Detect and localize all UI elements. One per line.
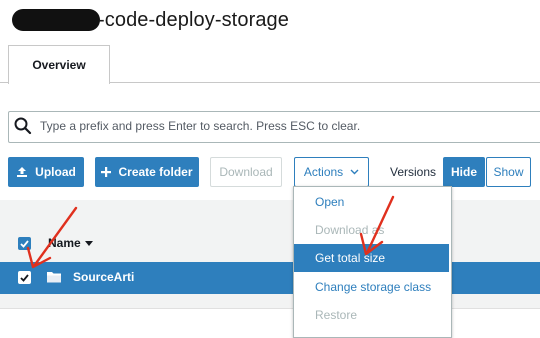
upload-label: Upload [35, 165, 76, 179]
row-checkbox[interactable] [18, 271, 31, 284]
page-title: -code-deploy-storage [8, 6, 289, 34]
menu-item-download-as[interactable]: Download as [294, 216, 449, 244]
bucket-name: -code-deploy-storage [98, 8, 289, 31]
create-folder-label: Create folder [118, 165, 193, 179]
versions-hide-toggle[interactable]: Hide [443, 157, 485, 187]
create-folder-button[interactable]: Create folder [95, 157, 199, 187]
search-input[interactable] [40, 112, 530, 140]
versions-show-toggle[interactable]: Show [486, 157, 531, 187]
upload-button[interactable]: Upload [8, 157, 84, 187]
chevron-down-icon [350, 169, 359, 175]
tab-overview[interactable]: Overview [8, 45, 110, 84]
folder-name-link[interactable]: SourceArti [73, 270, 134, 284]
caret-down-icon [84, 240, 93, 246]
menu-item-change-storage-class[interactable]: Change storage class [294, 273, 449, 301]
plus-icon [101, 167, 112, 177]
menu-item-get-total-size[interactable]: Get total size [294, 244, 449, 272]
menu-item-restore[interactable]: Restore [294, 301, 449, 329]
actions-label: Actions [303, 165, 344, 179]
actions-button[interactable]: Actions [294, 157, 369, 187]
folder-icon [47, 272, 61, 283]
check-icon [20, 273, 29, 282]
menu-item-open[interactable]: Open [294, 188, 449, 216]
search-icon [14, 117, 32, 135]
check-icon [20, 239, 29, 248]
name-header-label: Name [48, 236, 81, 250]
upload-icon [16, 166, 28, 178]
versions-label: Versions [390, 165, 437, 179]
actions-dropdown-menu: Open Download as Get total size Change s… [293, 186, 452, 338]
select-all-checkbox[interactable] [18, 237, 31, 250]
table-row-empty [0, 308, 540, 332]
name-column-header[interactable]: Name [48, 236, 93, 250]
download-button[interactable]: Download [210, 157, 282, 187]
redacted-bucket-prefix [12, 9, 100, 31]
